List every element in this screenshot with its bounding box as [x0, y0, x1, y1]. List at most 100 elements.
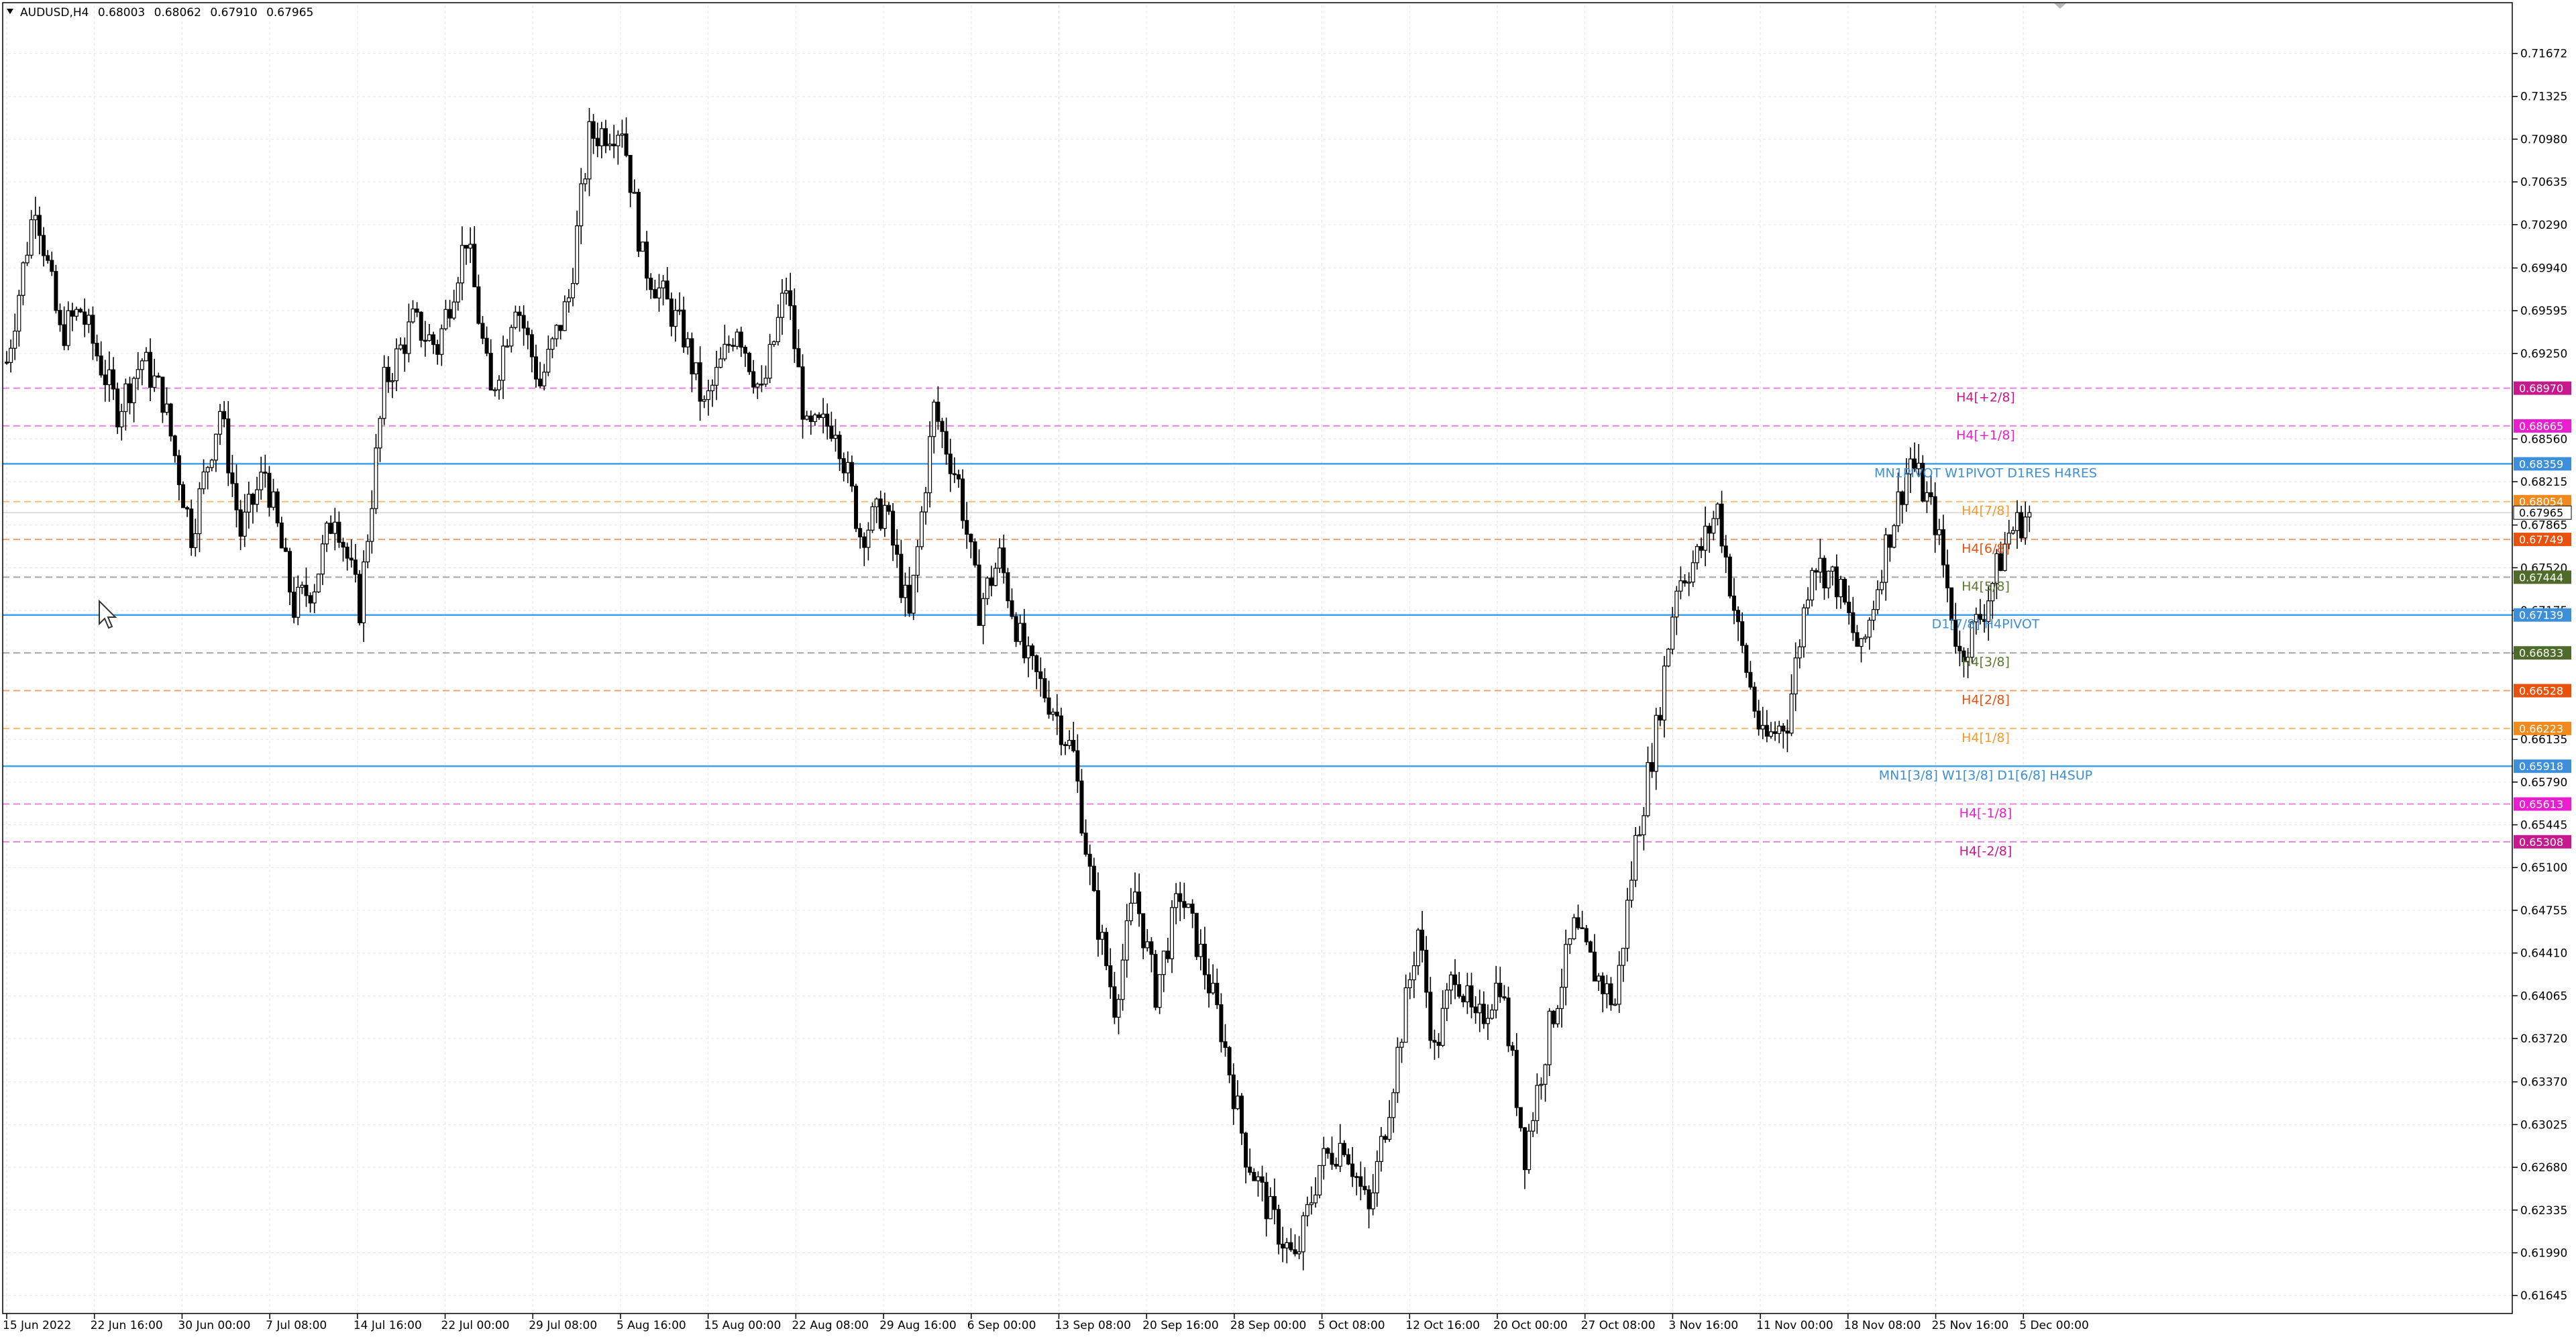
candle-body — [1494, 983, 1499, 1011]
candle-body — [1448, 974, 1453, 991]
candle-body — [1941, 529, 1945, 566]
price-tick-label: 0.70635 — [2520, 176, 2567, 189]
candle-body — [1736, 610, 1741, 623]
time-axis[interactable]: 15 Jun 2022 22 Jun 16:00 30 Jun 00:00 7 Jul… — [3, 1314, 2089, 1332]
price-axis[interactable]: 0.71672 0.71325 0.70980 0.70635 0.70290 0.699… — [2512, 48, 2567, 1303]
candle-body — [1362, 1185, 1367, 1191]
candle-body — [1091, 865, 1096, 892]
candle-body — [1797, 646, 1802, 659]
candle-body — [1457, 984, 1462, 997]
candle-body — [172, 435, 177, 456]
candle-body — [1748, 672, 1753, 688]
candle-body — [1453, 974, 1458, 985]
candle-body — [1010, 600, 1014, 617]
candle-body — [1756, 710, 1761, 730]
candle-body — [1128, 902, 1133, 922]
candle-body — [845, 462, 850, 474]
chart-shift-marker-icon[interactable] — [2054, 3, 2066, 9]
candle-body — [74, 309, 78, 317]
candle-body — [1075, 750, 1080, 782]
candle-body — [608, 144, 612, 146]
candle-body — [1580, 927, 1585, 930]
price-tick-label: 0.65100 — [2520, 861, 2567, 875]
candle-body — [989, 578, 994, 586]
candle-body — [1403, 987, 1408, 1043]
candle-body — [127, 383, 132, 403]
candle-body — [1264, 1181, 1269, 1220]
candle-body — [1506, 998, 1511, 1047]
candle-body — [616, 134, 621, 146]
candle-body — [1132, 892, 1137, 904]
candle-body — [312, 591, 317, 604]
price-tag-text: 0.67444 — [2519, 571, 2563, 584]
candle-body — [1268, 1196, 1273, 1220]
candle-body — [54, 270, 58, 311]
price-tag-text: 0.66528 — [2519, 685, 2563, 698]
candle-body — [1768, 731, 1773, 737]
candle-body — [107, 369, 111, 386]
candle-body — [928, 436, 932, 494]
candle-body — [374, 447, 378, 509]
candle-body — [1174, 893, 1179, 908]
candle-body — [201, 471, 206, 490]
candle-body — [1059, 715, 1063, 745]
candle-body — [841, 458, 846, 474]
candle-body — [690, 338, 694, 374]
candle-body — [849, 462, 854, 487]
candle-body — [669, 299, 674, 327]
candle-body — [288, 551, 292, 593]
candle-body — [1432, 1040, 1437, 1043]
candle-body — [1880, 582, 1884, 590]
candle-body — [866, 529, 871, 548]
candle-body — [948, 453, 953, 474]
candle-body — [300, 584, 305, 588]
candle-body — [862, 536, 867, 548]
candle-body — [661, 280, 665, 288]
candle-body — [2010, 530, 2015, 534]
price-chart[interactable]: H4[+2/8] H4[+1/8] MN1PIVOT W1PIVOT D1RES H… — [0, 0, 2576, 1339]
candle-body — [915, 546, 920, 576]
candle-body — [250, 494, 255, 505]
price-tag-text: 0.67749 — [2519, 533, 2563, 546]
candle-body — [1514, 1050, 1519, 1108]
candle-body — [1937, 529, 1941, 535]
candle-body — [1884, 534, 1888, 583]
time-tick-label: 14 Jul 16:00 — [354, 1319, 422, 1332]
candle-body — [1592, 951, 1597, 982]
candle-body — [427, 334, 431, 341]
candle-body — [58, 310, 62, 325]
candle-body — [505, 345, 510, 347]
dropdown-triangle-icon[interactable] — [7, 9, 13, 14]
candle-body — [645, 242, 649, 279]
candle-body — [1194, 912, 1199, 957]
candle-body — [316, 574, 321, 592]
candle-body — [571, 282, 576, 299]
candle-body — [591, 121, 596, 139]
candle-body — [735, 331, 739, 347]
candle-body — [1929, 492, 1933, 497]
candle-body — [1658, 714, 1662, 720]
candle-body — [1387, 1117, 1392, 1140]
chart-window[interactable]: H4[+2/8] H4[+1/8] MN1PIVOT W1PIVOT D1RES H… — [0, 0, 2576, 1339]
candle-body — [1695, 546, 1699, 564]
price-tag-text: 0.66223 — [2519, 722, 2563, 735]
candle-body — [829, 425, 834, 439]
candle-body — [259, 472, 264, 490]
candle-body — [1617, 965, 1621, 1005]
candle-body — [443, 309, 448, 329]
candle-body — [1002, 547, 1006, 574]
candle-body — [1752, 686, 1757, 712]
candle-body — [492, 389, 497, 392]
candle-body — [1231, 1074, 1236, 1110]
candle-body — [255, 489, 260, 505]
candle-body — [455, 282, 460, 303]
candle-body — [407, 321, 411, 354]
candle-body — [579, 183, 584, 227]
candle-body — [1642, 815, 1646, 836]
candle-body — [1211, 983, 1216, 994]
candle-body — [333, 521, 337, 534]
candle-body — [46, 255, 50, 261]
candle-body — [1248, 1167, 1252, 1173]
candle-body — [70, 310, 74, 317]
price-tick-label: 0.64065 — [2520, 989, 2567, 1003]
